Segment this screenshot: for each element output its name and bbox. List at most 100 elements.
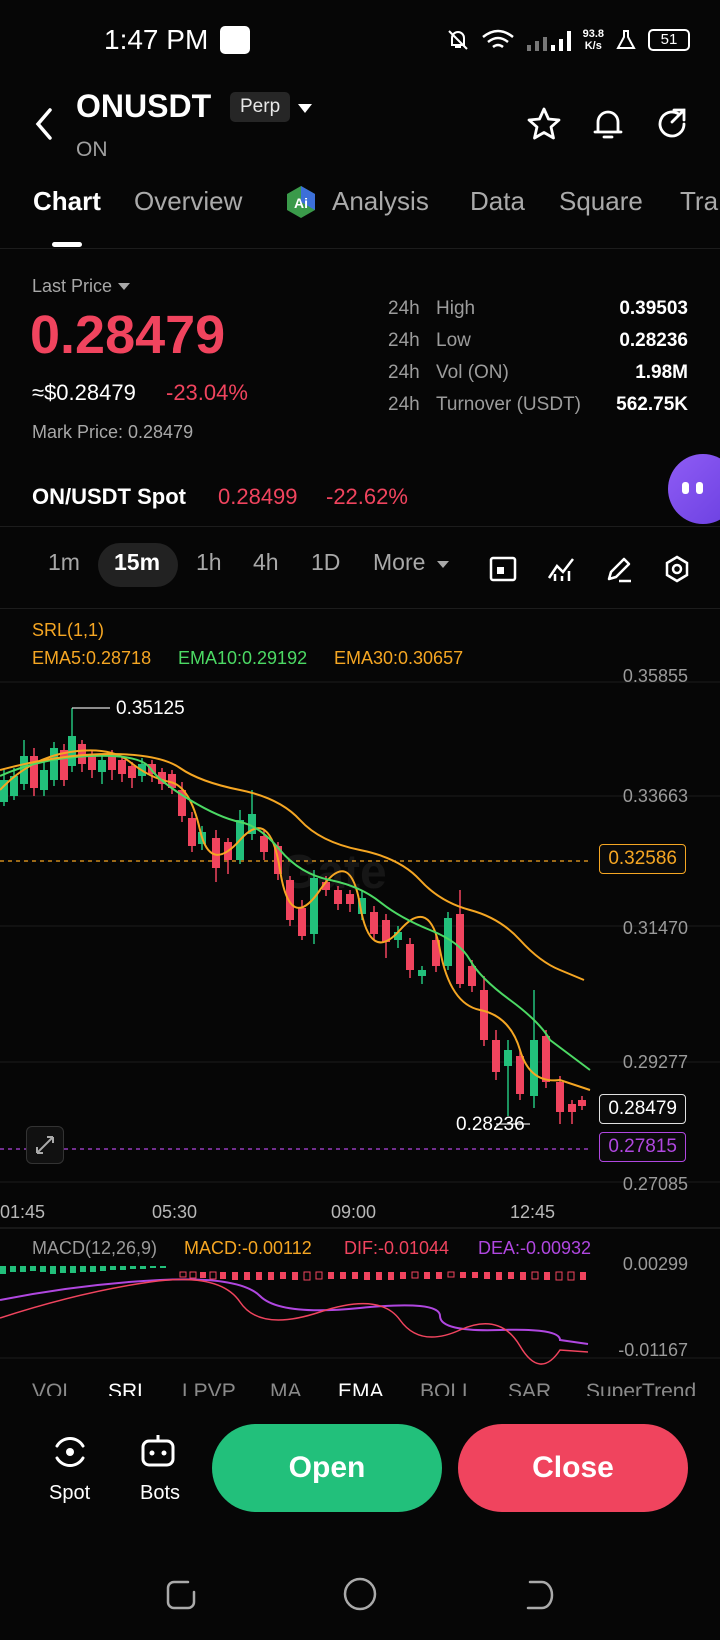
x-axis-label: 09:00 — [331, 1202, 377, 1222]
macd-axis-label: -0.01167 — [618, 1340, 688, 1360]
watermark: Gate — [280, 846, 387, 899]
home-nav-icon[interactable] — [342, 1576, 378, 1612]
dif-line — [0, 1278, 589, 1365]
assistant-bubble[interactable] — [668, 454, 720, 524]
y-axis-label: 0.35855 — [622, 666, 688, 686]
flask-icon — [616, 30, 636, 49]
timeframe-15m[interactable]: 15m — [114, 549, 160, 576]
stat-period: 24h — [388, 298, 420, 319]
back-nav-icon[interactable] — [522, 1578, 556, 1612]
spot-change: -22.62% — [326, 484, 408, 509]
current-price-tag[interactable]: 0.28479 — [599, 1094, 686, 1124]
bots-label: Bots — [140, 1482, 181, 1504]
open-button[interactable]: Open — [212, 1424, 442, 1512]
wifi-icon — [481, 29, 514, 49]
expand-icon — [36, 1136, 54, 1154]
dea-value: DEA:-0.00932 — [478, 1238, 592, 1258]
stat-low: 24h Low 0.28236 — [388, 330, 688, 352]
recents-nav-icon[interactable] — [164, 1578, 198, 1612]
orange-level-tag[interactable]: 0.32586 — [599, 844, 686, 874]
y-axis-label: 0.29277 — [622, 1052, 688, 1072]
more-dropdown-icon[interactable] — [436, 560, 450, 570]
net-speed-value: 93.8 — [582, 28, 604, 40]
close-button[interactable]: Close — [458, 1424, 688, 1512]
timeframe-1d[interactable]: 1D — [311, 549, 340, 576]
low-marker-label: 0.28236 — [456, 1114, 525, 1135]
stat-period: 24h — [388, 394, 420, 415]
stat-value: 0.39503 — [619, 298, 688, 319]
notification-icon — [220, 26, 250, 54]
purple-level-tag[interactable]: 0.27815 — [599, 1132, 686, 1162]
mark-price: Mark Price: 0.28479 — [32, 422, 194, 442]
macd-value: MACD:-0.00112 — [184, 1238, 312, 1258]
stat-high: 24h High 0.39503 — [388, 298, 688, 320]
y-axis-label: 0.27085 — [622, 1174, 688, 1194]
macd-axis-label: 0.00299 — [622, 1254, 688, 1274]
spot-label[interactable]: ON/USDT Spot — [32, 484, 186, 510]
assistant-eye — [682, 482, 689, 494]
tab-square[interactable]: Square — [559, 186, 643, 217]
stat-label: Low — [436, 330, 471, 351]
y-axis-label: 0.33663 — [622, 786, 688, 806]
x-axis-label: 12:45 — [510, 1202, 556, 1222]
tab-overview[interactable]: Overview — [134, 186, 242, 217]
timeframe-more[interactable]: More — [373, 549, 425, 576]
symbol-title[interactable]: ONUSDT — [76, 88, 211, 125]
stat-label: Turnover (USDT) — [436, 394, 581, 415]
net-speed: 93.8 K/s — [583, 28, 604, 52]
last-price-dropdown-icon — [118, 283, 131, 290]
divider — [0, 526, 720, 527]
fullscreen-button[interactable] — [26, 1126, 64, 1164]
signal-icon — [526, 31, 571, 51]
last-price-label[interactable]: Last Price — [32, 276, 131, 297]
high-marker-label: 0.35125 — [116, 698, 185, 719]
stat-value: 1.98M — [635, 362, 688, 383]
perp-badge[interactable]: Perp — [230, 92, 291, 122]
tab-trade[interactable]: Tra — [680, 186, 718, 217]
last-price-label-text: Last Price — [32, 276, 113, 296]
chart-type-icon[interactable] — [488, 554, 518, 584]
svg-text:Ai: Ai — [294, 195, 308, 211]
macd-title: MACD(12,26,9) — [32, 1238, 158, 1258]
divider — [0, 608, 720, 609]
tab-analysis[interactable]: Analysis — [332, 186, 429, 217]
active-tab-indicator — [52, 242, 82, 247]
share-icon[interactable] — [654, 106, 690, 142]
tab-data[interactable]: Data — [470, 186, 525, 217]
stat-volume: 24h Vol (ON) 1.98M — [388, 362, 688, 384]
divider — [0, 248, 720, 249]
symbol-dropdown-icon[interactable] — [296, 102, 314, 116]
mute-icon — [447, 30, 468, 50]
draw-icon[interactable] — [604, 554, 634, 584]
status-time: 1:47 PM — [104, 24, 209, 55]
bots-icon — [141, 1435, 175, 1467]
stat-value: 0.28236 — [619, 330, 688, 351]
ema10-line — [0, 754, 591, 1071]
timeframe-4h[interactable]: 4h — [253, 549, 279, 576]
bell-icon[interactable] — [590, 106, 626, 142]
spot-icon — [55, 1436, 85, 1468]
status-icons: 93.8 K/s 51 — [445, 24, 690, 56]
y-axis-label: 0.31470 — [622, 918, 688, 938]
symbol-subtitle: ON — [76, 138, 108, 161]
stat-label: Vol (ON) — [436, 362, 509, 383]
stat-period: 24h — [388, 330, 420, 351]
tab-chart[interactable]: Chart — [33, 186, 101, 217]
x-axis-label: 05:30 — [152, 1202, 198, 1222]
x-axis-label: 01:45 — [0, 1202, 46, 1222]
settings-icon[interactable] — [662, 554, 692, 584]
last-price: 0.28479 — [30, 305, 226, 365]
indicator-icon[interactable] — [546, 554, 576, 584]
spot-label: Spot — [49, 1482, 91, 1504]
battery-icon: 51 — [648, 29, 690, 51]
timeframe-1m[interactable]: 1m — [48, 549, 80, 576]
spot-price: 0.28499 — [218, 484, 298, 509]
net-speed-unit: K/s — [584, 40, 602, 52]
timeframe-1h[interactable]: 1h — [196, 549, 222, 576]
status-bar: 1:47 PM 93.8 K/s 51 — [0, 0, 720, 80]
candlestick-chart[interactable]: Gate — [0, 620, 720, 1380]
usd-price: ≈$0.28479 — [32, 380, 136, 405]
tab-bar: Chart Overview Ai Analysis Data Square T… — [0, 186, 720, 246]
star-icon[interactable] — [526, 106, 562, 142]
back-icon[interactable] — [32, 104, 56, 144]
